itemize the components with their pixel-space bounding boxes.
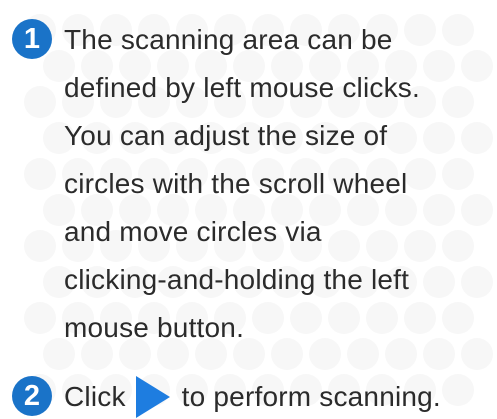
step-number-badge: 2 <box>12 376 52 416</box>
step-1-line: You can adjust the size of <box>64 120 388 151</box>
step-1-line: defined by left mouse clicks. <box>64 72 420 103</box>
pattern-dot <box>24 86 56 118</box>
pattern-dot <box>24 158 56 190</box>
step-1-line: and move circles via <box>64 216 322 247</box>
step-1-line: circles with the scroll wheel <box>64 168 408 199</box>
step-2-text: Click to perform scanning. <box>64 375 494 419</box>
step-1-line: clicking-and-holding the left <box>64 264 410 295</box>
step-1-line: The scanning area can be <box>64 24 393 55</box>
pattern-dot <box>24 230 56 262</box>
pattern-dot <box>24 302 56 334</box>
step-number-badge: 1 <box>12 19 52 59</box>
step-2-text-before: Click <box>64 381 126 412</box>
step-1-text: The scanning area can be defined by left… <box>64 16 494 352</box>
step-1-line: mouse button. <box>64 312 245 343</box>
play-icon[interactable] <box>135 376 170 418</box>
step-2-text-after: to perform scanning. <box>181 381 441 412</box>
